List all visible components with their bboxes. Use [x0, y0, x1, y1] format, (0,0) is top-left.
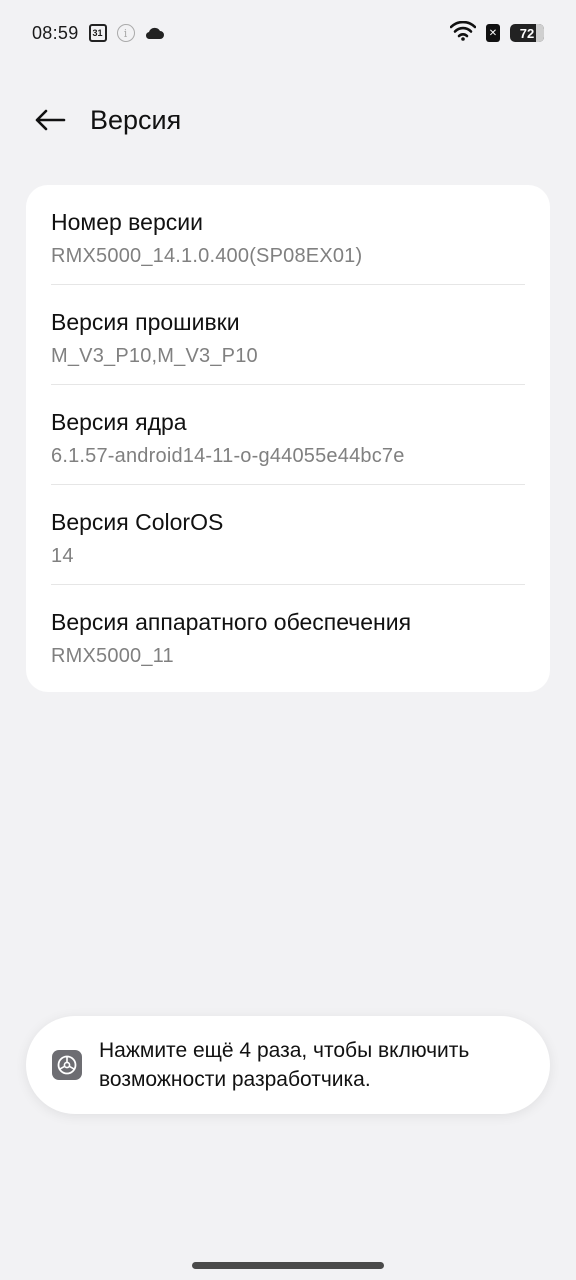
version-row-build-number[interactable]: Номер версии RMX5000_14.1.0.400(SP08EX01… — [51, 185, 525, 285]
developer-toast: Нажмите ещё 4 раза, чтобы включить возмо… — [26, 1016, 550, 1114]
row-title: Версия прошивки — [51, 309, 240, 335]
arrow-left-icon — [35, 109, 66, 131]
row-title: Версия ядра — [51, 409, 187, 435]
toast-message: Нажмите ещё 4 раза, чтобы включить возмо… — [99, 1036, 469, 1094]
toast-line-1: Нажмите ещё 4 раза, чтобы включить — [99, 1039, 470, 1062]
row-value: RMX5000_14.1.0.400(SP08EX01) — [51, 245, 363, 267]
row-value: M_V3_P10,M_V3_P10 — [51, 345, 258, 367]
toast-line-2: возможности разработчика. — [99, 1068, 371, 1091]
row-title: Версия ColorOS — [51, 509, 224, 535]
version-row-hardware[interactable]: Версия аппаратного обеспечения RMX5000_1… — [51, 585, 525, 685]
sim-x-icon: ✕ — [486, 24, 500, 42]
status-left: 08:59 31 i — [32, 23, 165, 44]
row-value: 6.1.57-android14-11-o-g44055e44bc7e — [51, 445, 405, 467]
home-indicator[interactable] — [192, 1262, 384, 1269]
battery-icon: 72 — [510, 24, 544, 42]
battery-empty-portion — [536, 24, 544, 42]
row-value: 14 — [51, 545, 74, 567]
info-icon: i — [116, 24, 135, 42]
row-value: RMX5000_11 — [51, 645, 174, 667]
calendar-icon: 31 — [88, 24, 107, 42]
version-list-card: Номер версии RMX5000_14.1.0.400(SP08EX01… — [26, 185, 550, 692]
row-title: Номер версии — [51, 209, 203, 235]
cloud-icon — [145, 26, 165, 40]
row-title: Версия аппаратного обеспечения — [51, 609, 412, 635]
version-row-firmware[interactable]: Версия прошивки M_V3_P10,M_V3_P10 — [51, 285, 525, 385]
back-button[interactable] — [20, 92, 80, 148]
version-row-coloros[interactable]: Версия ColorOS 14 — [51, 485, 525, 585]
screen: 08:59 31 i ✕ 72 Версия Номер версии RMX5… — [0, 0, 576, 1280]
page-title: Версия — [90, 104, 182, 135]
status-bar: 08:59 31 i ✕ 72 — [0, 0, 576, 66]
status-right: ✕ 72 — [449, 20, 544, 46]
settings-gear-icon — [52, 1050, 82, 1080]
app-bar: Версия — [0, 90, 576, 150]
version-row-kernel[interactable]: Версия ядра 6.1.57-android14-11-o-g44055… — [51, 385, 525, 485]
status-time: 08:59 — [32, 22, 79, 43]
battery-level: 72 — [519, 25, 535, 41]
wifi-icon — [449, 20, 477, 46]
